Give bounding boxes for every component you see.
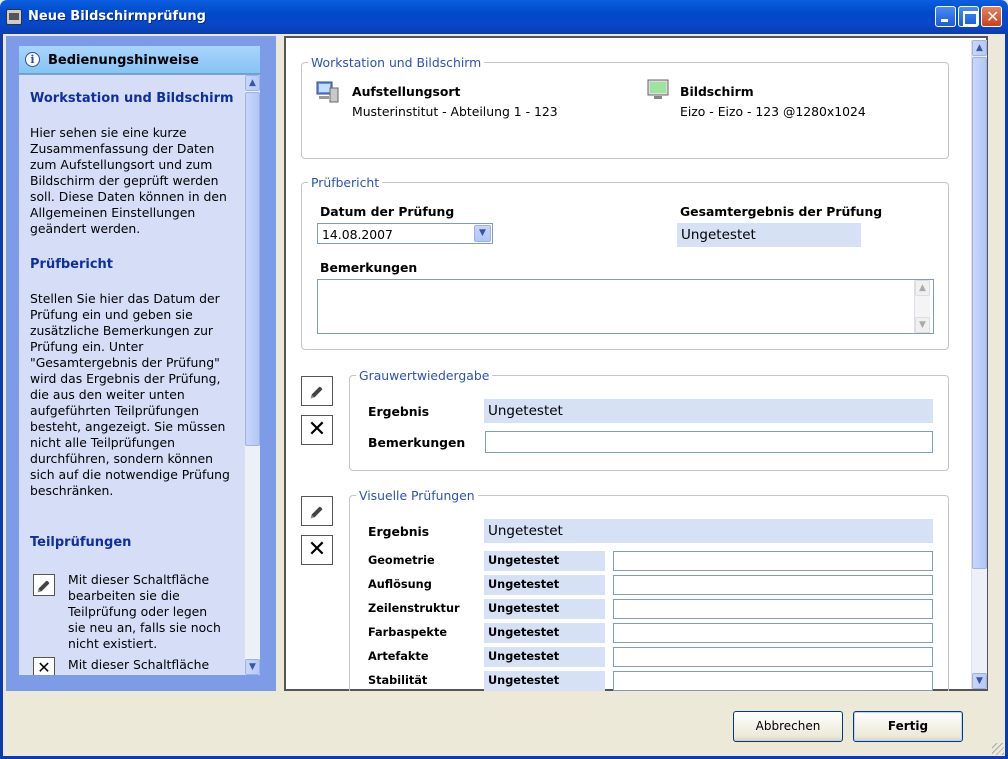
- visual-row-input[interactable]: [613, 623, 933, 643]
- scroll-up-icon[interactable]: ▲: [972, 40, 987, 56]
- help-section-title: Teilprüfungen: [30, 535, 132, 550]
- scroll-up-icon[interactable]: ▲: [245, 75, 260, 91]
- help-header-label: Bedienungshinweise: [48, 53, 199, 68]
- edit-grayscale-button[interactable]: [301, 376, 333, 406]
- scroll-down-icon[interactable]: ▼: [245, 659, 260, 675]
- visual-row-label: Auflösung: [368, 578, 432, 591]
- visual-row-label: Farbaspekte: [368, 626, 448, 639]
- grayscale-remarks-label: Bemerkungen: [368, 435, 466, 450]
- remarks-textarea[interactable]: [317, 279, 934, 334]
- minimize-button[interactable]: [935, 6, 956, 27]
- help-item-text: Mit dieser Schaltfläche: [68, 657, 210, 672]
- location-value: Musterinstitut - Abteilung 1 - 123: [352, 104, 558, 119]
- visual-row-label: Geometrie: [368, 554, 435, 567]
- visual-result-value: Ungetestet: [484, 519, 933, 543]
- delete-visual-button[interactable]: ✕: [301, 535, 333, 565]
- help-item-text: Mit dieser Schaltfläche bearbeiten sie d…: [68, 572, 221, 651]
- visual-row-input[interactable]: [613, 575, 933, 595]
- pencil-icon: [311, 506, 323, 518]
- overall-label: Gesamtergebnis der Prüfung: [680, 204, 883, 219]
- help-section-title: Workstation und Bildschirm: [30, 91, 234, 106]
- edit-visual-button[interactable]: [301, 496, 333, 526]
- close-icon: ✕: [986, 7, 1000, 26]
- app-icon[interactable]: [6, 9, 22, 25]
- location-label: Aufstellungsort: [352, 84, 461, 99]
- screen-value: Eizo - Eizo - 123 @1280x1024: [680, 104, 866, 119]
- grayscale-result-label: Ergebnis: [368, 404, 430, 419]
- scroll-down-icon[interactable]: ▼: [915, 317, 930, 333]
- overall-value: Ungetestet: [677, 223, 861, 247]
- window-title: Neue Bildschirmprüfung: [28, 9, 206, 24]
- computer-icon: [316, 81, 339, 103]
- date-label: Datum der Prüfung: [320, 204, 455, 219]
- date-value: 14.08.2007: [322, 227, 393, 242]
- x-icon: ✕: [307, 537, 327, 562]
- screen-label: Bildschirm: [680, 84, 754, 99]
- cancel-button[interactable]: Abbrechen: [733, 711, 843, 742]
- workstation-legend: Workstation und Bildschirm: [311, 55, 482, 70]
- visual-row-value: Ungetestet: [484, 575, 605, 595]
- help-section-text: Stellen Sie hier das Datum der Prüfung e…: [30, 291, 230, 498]
- date-picker[interactable]: 14.08.2007 ▼: [317, 223, 493, 244]
- info-icon: i: [25, 52, 40, 67]
- visual-row-input[interactable]: [613, 599, 933, 619]
- main-scrollbar[interactable]: ▲ ▼: [971, 40, 987, 689]
- help-scrollbar[interactable]: ▲ ▼: [244, 75, 260, 675]
- pencil-icon: [311, 386, 323, 398]
- visual-row-label: Artefakte: [368, 650, 429, 663]
- grayscale-remarks-input[interactable]: [485, 431, 933, 453]
- scroll-up-icon[interactable]: ▲: [915, 280, 930, 296]
- visual-legend: Visuelle Prüfungen: [359, 488, 475, 503]
- scroll-down-icon[interactable]: ▼: [972, 673, 987, 689]
- visual-row-value: Ungetestet: [484, 551, 605, 571]
- report-legend: Prüfbericht: [311, 175, 380, 190]
- maximize-button[interactable]: [958, 6, 979, 27]
- scroll-thumb[interactable]: [972, 57, 987, 569]
- chevron-down-icon[interactable]: ▼: [474, 225, 491, 242]
- visual-row-value: Ungetestet: [484, 671, 605, 691]
- title-bar: Neue Bildschirmprüfung ✕: [0, 0, 1008, 34]
- visual-row-value: Ungetestet: [484, 647, 605, 667]
- remarks-label: Bemerkungen: [320, 260, 418, 275]
- help-section-title: Prüfbericht: [30, 257, 114, 272]
- close-button[interactable]: ✕: [981, 6, 1002, 27]
- delete-grayscale-button[interactable]: ✕: [301, 415, 333, 445]
- finish-button[interactable]: Fertig: [853, 711, 963, 742]
- help-x-icon: ✕: [33, 657, 55, 675]
- help-body: Workstation und Bildschirm Hier sehen si…: [19, 75, 260, 675]
- scroll-thumb[interactable]: [245, 92, 260, 446]
- grayscale-legend: Grauwertwiedergabe: [359, 368, 490, 383]
- visual-row-input[interactable]: [613, 671, 933, 691]
- monitor-icon: [647, 79, 669, 99]
- visual-row-value: Ungetestet: [484, 599, 605, 619]
- visual-row-value: Ungetestet: [484, 623, 605, 643]
- grayscale-result-value: Ungetestet: [484, 399, 933, 423]
- visual-row-input[interactable]: [613, 551, 933, 571]
- visual-row-label: Stabilität: [368, 674, 428, 687]
- visual-result-label: Ergebnis: [368, 524, 430, 539]
- visual-row-label: Zeilenstruktur: [368, 602, 460, 615]
- visual-row-input[interactable]: [613, 647, 933, 667]
- resize-grip[interactable]: [992, 743, 1004, 755]
- help-header: i Bedienungshinweise: [19, 46, 260, 74]
- x-icon: ✕: [307, 417, 327, 442]
- help-pencil-icon: [33, 574, 55, 596]
- remarks-scrollbar[interactable]: ▲ ▼: [914, 280, 930, 333]
- help-section-text: Hier sehen sie eine kurze Zusammenfassun…: [30, 125, 227, 236]
